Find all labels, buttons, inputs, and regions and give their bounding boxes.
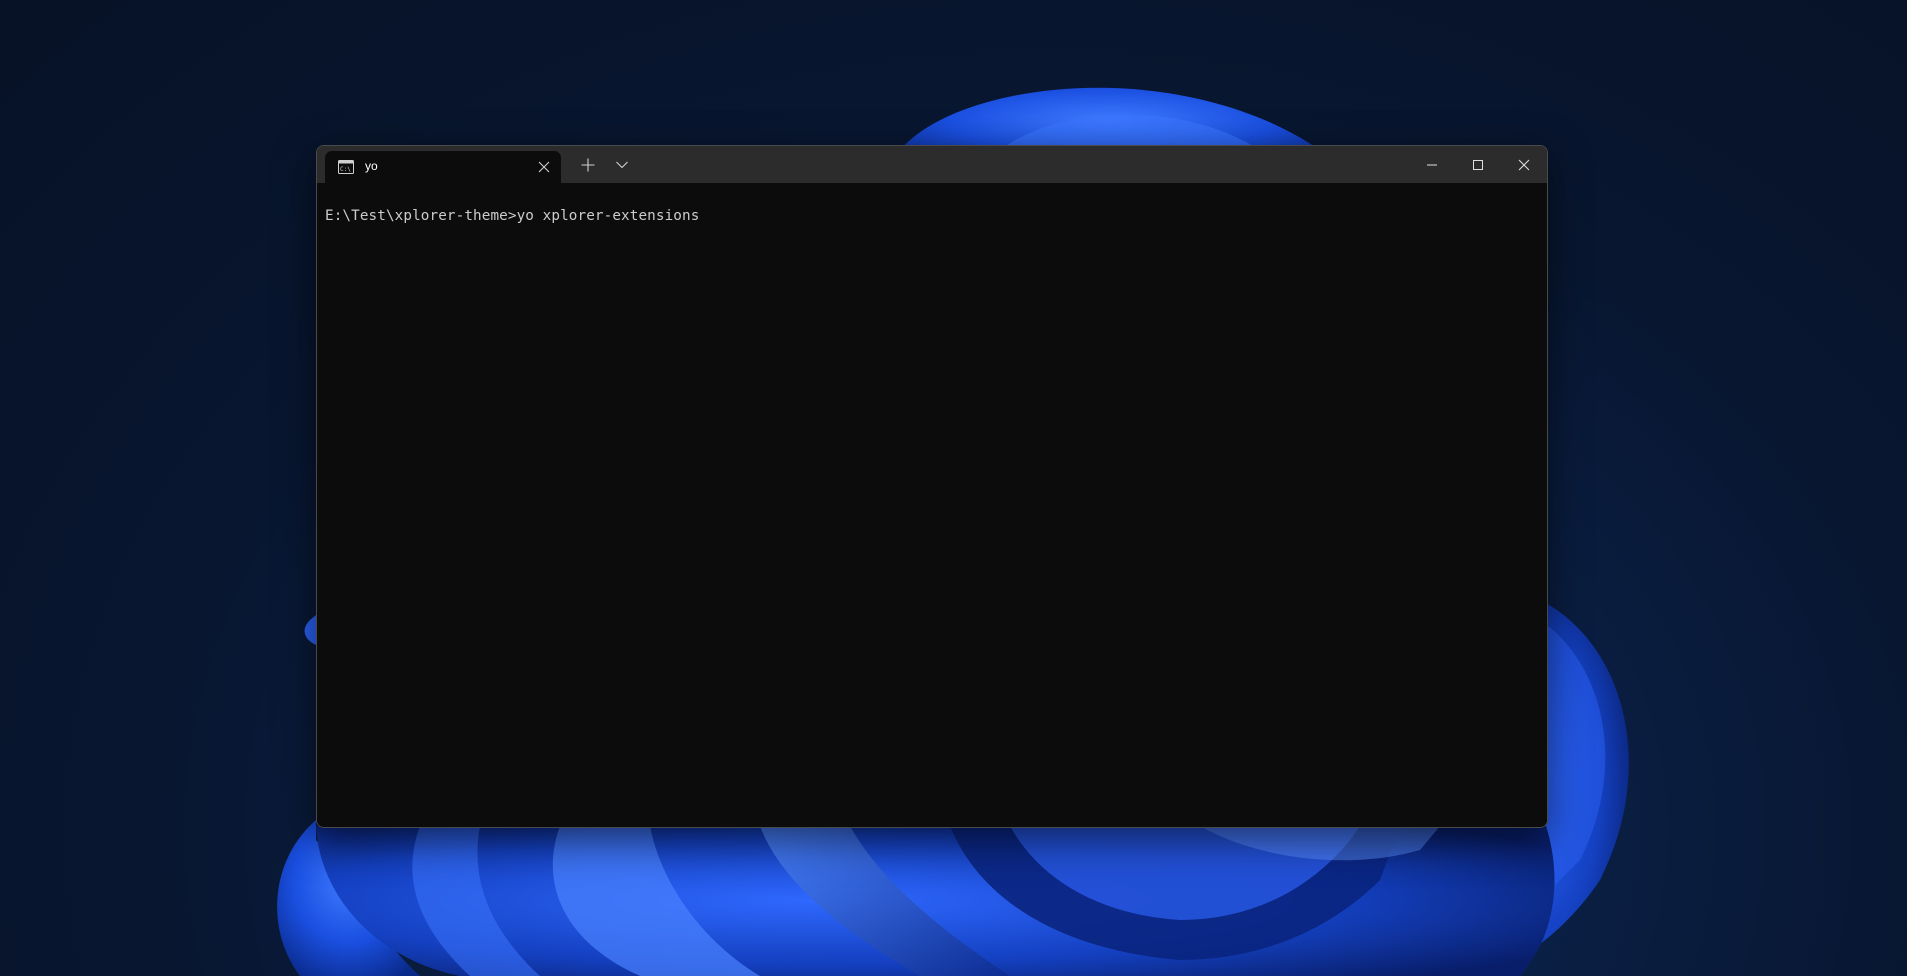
minimize-button[interactable]: [1409, 146, 1455, 183]
tab-yo[interactable]: C:\ yo: [325, 151, 561, 183]
maximize-icon: [1473, 159, 1483, 170]
terminal-line: E:\Test\xplorer-theme>yo xplorer-extensi…: [325, 208, 700, 224]
close-icon: [1518, 159, 1530, 170]
close-icon[interactable]: [538, 161, 550, 173]
close-window-button[interactable]: [1501, 146, 1547, 183]
tab-title: yo: [365, 159, 378, 173]
chevron-down-icon[interactable]: [616, 161, 628, 169]
minimize-icon: [1427, 164, 1437, 165]
terminal-window: C:\ yo E:\Test\xplorer-theme>yo xplorer-…: [316, 145, 1548, 828]
command-prompt-icon: C:\: [338, 160, 354, 174]
plus-icon[interactable]: [581, 158, 595, 172]
svg-text:C:\: C:\: [340, 166, 351, 173]
maximize-button[interactable]: [1455, 146, 1501, 183]
desktop: C:\ yo E:\Test\xplorer-theme>yo xplorer-…: [0, 0, 1907, 976]
title-bar[interactable]: C:\ yo: [317, 146, 1547, 183]
terminal-content[interactable]: E:\Test\xplorer-theme>yo xplorer-extensi…: [317, 183, 1547, 827]
